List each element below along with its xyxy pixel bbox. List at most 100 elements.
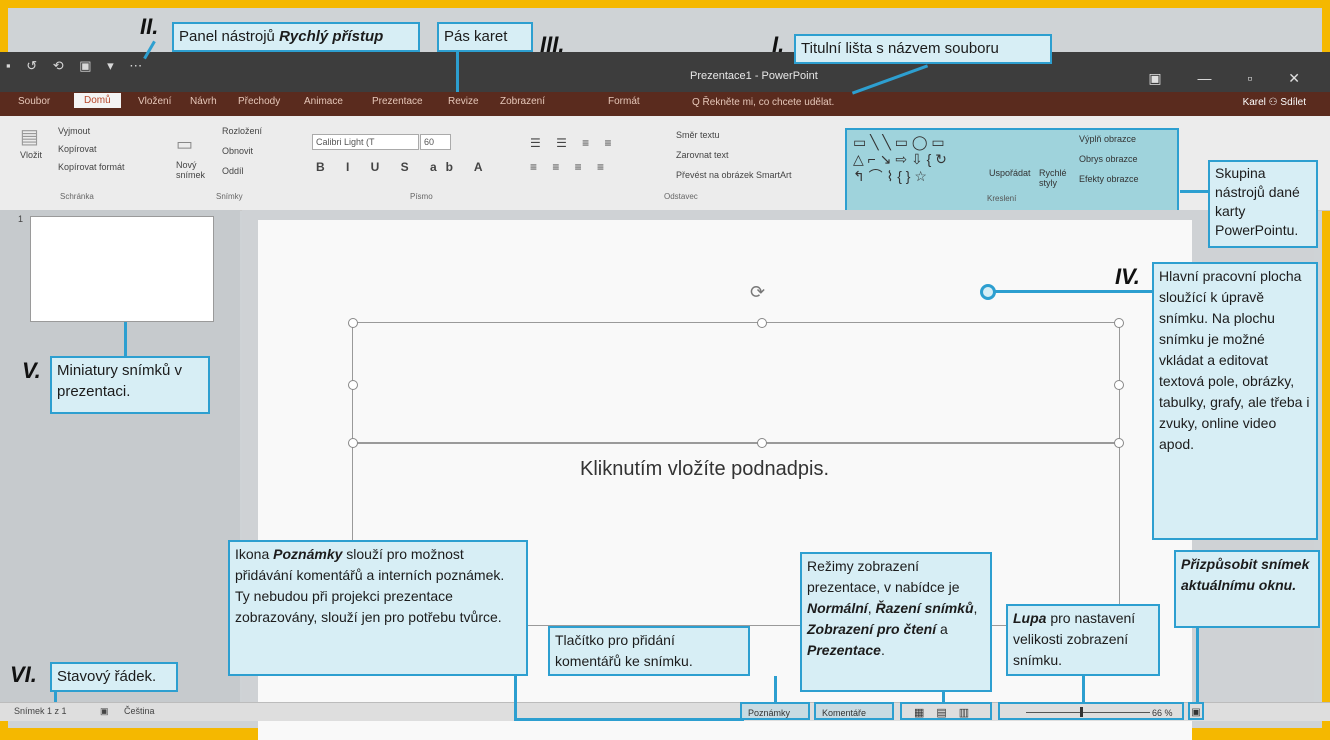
callout-comments: Tlačítko pro přidání komentářů ke snímku… (548, 626, 750, 676)
layout-button[interactable]: Rozložení (222, 126, 262, 136)
format-painter-button[interactable]: Kopírovat formát (58, 162, 125, 172)
tab-transitions[interactable]: Přechody (238, 96, 280, 107)
align-text-button[interactable]: Zarovnat text (676, 150, 729, 160)
callout-quick-access-text: Panel nástrojů (179, 28, 280, 45)
font-size-select[interactable]: 60 (420, 134, 451, 150)
connector-arrow (1180, 190, 1210, 193)
connector-arrow (514, 718, 744, 721)
callout-notes-text-a: Ikona (235, 546, 274, 562)
callout-quick-access: Panel nástrojů Rychlý přístup (172, 22, 420, 52)
label-number-iii: III. (540, 32, 565, 57)
align-icons[interactable]: ≡ ≡ ≡ ≡ (530, 160, 610, 174)
callout-status-bar: Stavový řádek. (50, 662, 178, 692)
font-name-select[interactable]: Calibri Light (T (312, 134, 419, 150)
title-placeholder[interactable] (352, 322, 1120, 444)
resize-handle[interactable] (1114, 380, 1124, 390)
resize-handle[interactable] (348, 318, 358, 328)
paste-button[interactable]: Vložit (20, 150, 42, 160)
quick-access-toolbar[interactable]: ▪ ↺ ⟲ ▣ ▾ ⋯ (6, 58, 148, 74)
connector-arrow (124, 322, 127, 356)
tab-design[interactable]: Návrh (190, 96, 217, 107)
tab-view[interactable]: Zobrazení (500, 96, 545, 107)
paragraph-icons[interactable]: ☰ ☰ ≡ ≡ (530, 136, 618, 150)
quick-styles-button[interactable]: Rychlé styly (1039, 168, 1071, 188)
resize-handle[interactable] (757, 318, 767, 328)
views-reading: Zobrazení pro čtení (807, 621, 937, 637)
section-button[interactable]: Oddíl (222, 166, 244, 176)
callout-ribbon: Pás karet (437, 22, 533, 52)
comments-button[interactable]: Komentáře (814, 702, 894, 720)
connector-arrow (54, 692, 57, 702)
shapes-gallery[interactable]: ▭ ╲ ╲ ▭ ◯ ▭ △ ⌐ ↘ ⇨ ⇩ { ↻ ↰ ⌒ ⌇ { } ☆ (853, 134, 963, 185)
views-sep-2: , (973, 600, 978, 616)
notes-button[interactable]: Poznámky (740, 702, 810, 720)
callout-tool-group: Skupina nástrojů dané karty PowerPointu. (1208, 160, 1318, 248)
font-format-icons[interactable]: B I U S ab A (316, 160, 492, 174)
connector-arrow (988, 290, 1152, 293)
zoom-track (1026, 712, 1150, 713)
tab-insert[interactable]: Vložení (138, 96, 171, 107)
views-sep-3: a (936, 621, 948, 637)
window-controls[interactable]: ▣ — ▫ ✕ (1148, 70, 1316, 87)
label-number-v: V. (22, 358, 41, 383)
tell-me-box[interactable]: Q Řekněte mi, co chcete udělat. (692, 97, 834, 108)
connector-arrow (514, 676, 517, 720)
callout-zoom: Lupa pro nastavení velikosti zobrazení s… (1006, 604, 1160, 676)
connector-arrow (942, 692, 945, 702)
callout-main-workspace: Hlavní pracovní plocha sloužící k úpravě… (1152, 262, 1318, 540)
shape-outline-button[interactable]: Obrys obrazce (1079, 154, 1138, 164)
connector-arrow (1196, 628, 1199, 702)
paste-icon: ▤ (20, 126, 39, 148)
slide-thumbnail[interactable] (30, 216, 214, 322)
user-share[interactable]: Karel ⚇ Sdílet (1243, 97, 1306, 108)
label-number-vi: VI. (10, 662, 37, 687)
spellcheck-icon[interactable]: ▣ (100, 706, 109, 717)
label-number-iv: IV. (1115, 264, 1140, 289)
resize-handle[interactable] (757, 438, 767, 448)
zoom-thumb[interactable] (1080, 707, 1083, 717)
tab-animations[interactable]: Animace (304, 96, 343, 107)
new-slide-icon: ▭ (176, 134, 194, 154)
resize-handle[interactable] (1114, 438, 1124, 448)
views-normal: Normální (807, 600, 868, 616)
views-end: . (880, 642, 885, 658)
cut-button[interactable]: Vyjmout (58, 126, 90, 136)
resize-handle[interactable] (1114, 318, 1124, 328)
label-number-i: I. (772, 32, 785, 57)
smartart-button[interactable]: Převést na obrázek SmartArt (676, 170, 792, 180)
callout-notes: Ikona Poznámky slouží pro možnost přidáv… (228, 540, 528, 676)
group-label-clipboard: Schránka (60, 192, 94, 201)
tab-review[interactable]: Revize (448, 96, 479, 107)
title-bar (0, 52, 1330, 92)
reset-button[interactable]: Obnovit (222, 146, 253, 156)
thumbnail-number: 1 (18, 214, 24, 224)
tab-slideshow[interactable]: Prezentace (372, 96, 423, 107)
view-mode-buttons[interactable]: ▦▤▥ (900, 702, 992, 720)
subtitle-placeholder-text: Kliknutím vložíte podnadpis. (580, 458, 830, 480)
tab-file[interactable]: Soubor (18, 96, 50, 107)
language-indicator[interactable]: Čeština (124, 706, 155, 716)
rotate-handle-icon[interactable]: ⟳ (750, 282, 765, 303)
slide-counter: Snímek 1 z 1 (14, 706, 67, 716)
resize-handle[interactable] (348, 438, 358, 448)
callout-quick-access-emphasis: Rychlý přístup (279, 28, 384, 45)
views-text-a: Režimy zobrazení prezentace, v nabídce j… (807, 558, 960, 595)
tab-format[interactable]: Formát (608, 96, 640, 107)
zoom-emphasis: Lupa (1013, 610, 1047, 626)
new-slide-button[interactable]: Nový snímek (176, 160, 216, 180)
text-direction-button[interactable]: Směr textu (676, 130, 720, 140)
callout-thumbnails: Miniatury snímků v prezentaci. (50, 356, 210, 414)
connector-arrow (1082, 676, 1085, 702)
copy-button[interactable]: Kopírovat (58, 144, 97, 154)
group-label-font: Písmo (410, 192, 433, 201)
window-title: Prezentace1 - PowerPoint (690, 70, 818, 82)
group-label-paragraph: Odstavec (664, 192, 698, 201)
zoom-slider[interactable]: 66 % (998, 702, 1184, 720)
tab-home[interactable]: Domů (74, 93, 121, 108)
shape-effects-button[interactable]: Efekty obrazce (1079, 174, 1139, 184)
shape-fill-button[interactable]: Výplň obrazce (1079, 134, 1136, 144)
fit-to-window-button[interactable]: ▣ (1188, 702, 1204, 720)
resize-handle[interactable] (348, 380, 358, 390)
arrange-button[interactable]: Uspořádat (989, 168, 1031, 178)
connector-arrow (774, 676, 777, 702)
